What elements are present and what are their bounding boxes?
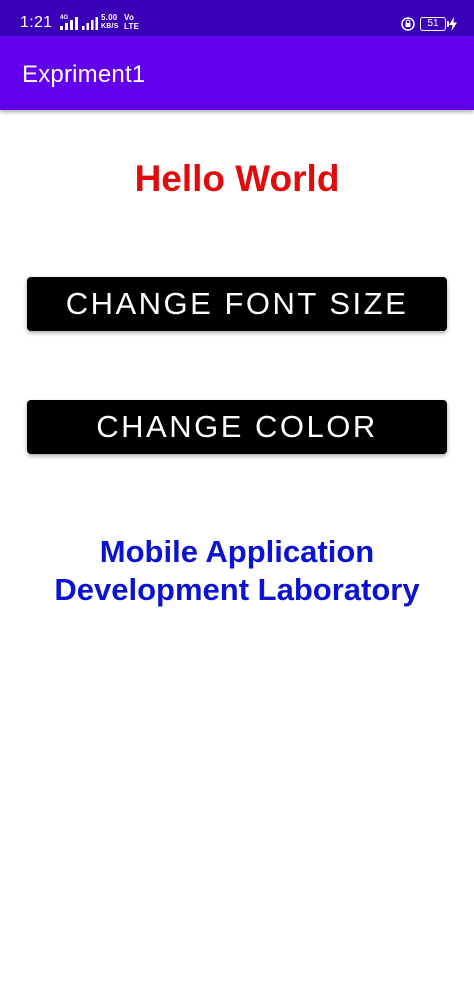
lab-title-line-1: Mobile Application xyxy=(99,534,375,569)
app-title: Expriment1 xyxy=(22,61,146,88)
change-color-button[interactable]: CHANGE COLOR xyxy=(27,400,447,454)
charging-icon xyxy=(449,17,457,31)
status-bar: 1:21 4G 5.00 KB/S Vo LTE 51 xyxy=(0,0,474,36)
network-speed-value: 5.00 xyxy=(101,13,118,22)
battery-level: 51 xyxy=(427,18,439,29)
hello-world-text: Hello World xyxy=(134,158,340,199)
volte-indicator-top: Vo xyxy=(124,13,135,22)
volte-indicator-bottom: LTE xyxy=(124,22,140,31)
status-time: 1:21 xyxy=(20,14,53,31)
battery-icon: 51 xyxy=(420,17,449,31)
app-bar: Expriment1 xyxy=(0,36,474,110)
signal-icon-sim2 xyxy=(82,17,98,30)
change-font-size-button[interactable]: CHANGE FONT SIZE xyxy=(27,277,447,331)
lab-title-text: Mobile Application Development Laborator… xyxy=(0,533,474,609)
signal-icon-sim1 xyxy=(60,17,78,30)
lab-title-line-2: Development Laboratory xyxy=(54,572,420,607)
rotation-lock-icon xyxy=(401,17,415,31)
network-speed-unit: KB/S xyxy=(101,23,119,30)
